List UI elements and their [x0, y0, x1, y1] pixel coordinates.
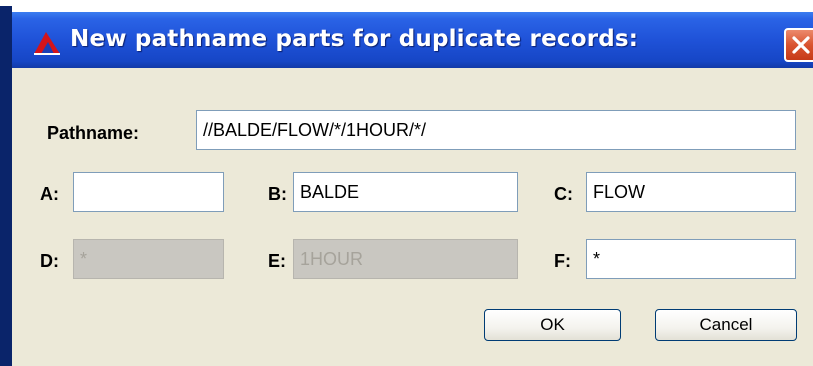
pathname-field[interactable]: //BALDE/FLOW/*/1HOUR/*/	[196, 110, 796, 150]
dialog-body: Pathname: //BALDE/FLOW/*/1HOUR/*/ A: B: …	[12, 68, 813, 366]
part-a-field[interactable]	[73, 172, 224, 212]
title-bar[interactable]: New pathname parts for duplicate records…	[12, 12, 813, 68]
part-e-label: E:	[268, 251, 286, 271]
close-button[interactable]	[784, 28, 813, 62]
part-b-label: B:	[268, 184, 287, 204]
cancel-button[interactable]: Cancel	[655, 309, 797, 341]
pathname-label: Pathname:	[47, 123, 140, 143]
dss-triangle-icon	[32, 30, 62, 56]
part-d-label: D:	[40, 251, 59, 271]
part-b-field[interactable]: BALDE	[293, 172, 518, 212]
part-c-field[interactable]: FLOW	[586, 172, 796, 212]
part-c-label: C:	[554, 184, 573, 204]
close-icon	[792, 36, 810, 54]
ok-button[interactable]: OK	[484, 309, 621, 341]
part-f-field[interactable]: *	[586, 239, 796, 279]
part-d-field: *	[73, 239, 224, 279]
part-a-label: A:	[40, 184, 59, 204]
part-e-field: 1HOUR	[293, 239, 518, 279]
part-f-label: F:	[554, 251, 571, 271]
window-title: New pathname parts for duplicate records…	[70, 26, 639, 52]
window-left-edge	[0, 6, 12, 366]
